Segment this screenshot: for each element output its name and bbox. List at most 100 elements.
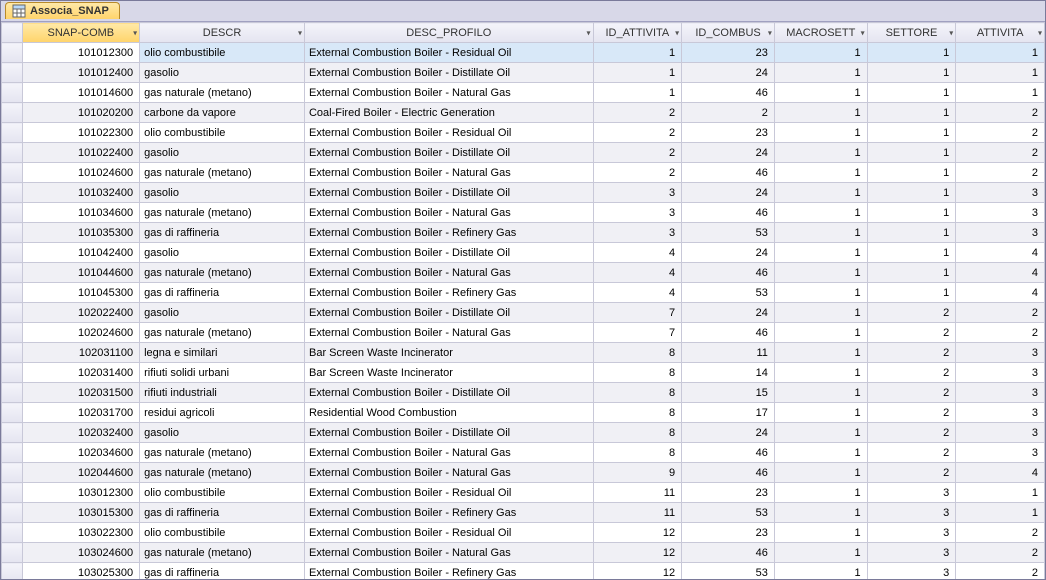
cell-snap[interactable]: 101032400 [22, 183, 139, 203]
cell-id_comb[interactable]: 53 [682, 283, 775, 303]
cell-sett[interactable]: 2 [867, 463, 956, 483]
cell-activ[interactable]: 3 [956, 383, 1045, 403]
cell-descr[interactable]: gas naturale (metano) [140, 463, 305, 483]
cell-sett[interactable]: 1 [867, 163, 956, 183]
cell-snap[interactable]: 103022300 [22, 523, 139, 543]
table-row[interactable]: olio combustibileExternal Combustion Boi… [2, 43, 1045, 63]
row-selector[interactable] [2, 343, 23, 363]
cell-activ[interactable]: 3 [956, 343, 1045, 363]
cell-macro[interactable]: 1 [774, 423, 867, 443]
row-selector[interactable] [2, 243, 23, 263]
cell-snap[interactable]: 103012300 [22, 483, 139, 503]
cell-macro[interactable]: 1 [774, 43, 867, 63]
row-selector[interactable] [2, 63, 23, 83]
cell-macro[interactable]: 1 [774, 563, 867, 580]
cell-prof[interactable]: External Combustion Boiler - Refinery Ga… [304, 563, 593, 580]
table-row[interactable]: 103024600gas naturale (metano)External C… [2, 543, 1045, 563]
cell-id_att[interactable]: 1 [593, 83, 682, 103]
cell-activ[interactable]: 4 [956, 263, 1045, 283]
cell-descr[interactable]: gas naturale (metano) [140, 263, 305, 283]
cell-activ[interactable]: 2 [956, 143, 1045, 163]
table-row[interactable]: 102034600gas naturale (metano)External C… [2, 443, 1045, 463]
cell-prof[interactable]: External Combustion Boiler - Residual Oi… [304, 523, 593, 543]
cell-id_att[interactable]: 11 [593, 483, 682, 503]
cell-snap[interactable]: 103015300 [22, 503, 139, 523]
cell-id_comb[interactable]: 24 [682, 303, 775, 323]
cell-activ[interactable]: 1 [956, 503, 1045, 523]
cell-snap[interactable]: 102022400 [22, 303, 139, 323]
column-header[interactable]: MACROSETT▾ [774, 23, 867, 43]
cell-id_att[interactable]: 2 [593, 163, 682, 183]
row-selector[interactable] [2, 563, 23, 580]
cell-id_comb[interactable]: 53 [682, 223, 775, 243]
cell-snap[interactable]: 101042400 [22, 243, 139, 263]
row-selector[interactable] [2, 423, 23, 443]
cell-prof[interactable]: External Combustion Boiler - Refinery Ga… [304, 223, 593, 243]
cell-sett[interactable]: 3 [867, 523, 956, 543]
row-selector[interactable] [2, 103, 23, 123]
cell-sett[interactable]: 1 [867, 203, 956, 223]
row-selector[interactable] [2, 543, 23, 563]
cell-descr[interactable]: olio combustibile [140, 43, 305, 63]
cell-prof[interactable]: External Combustion Boiler - Natural Gas [304, 443, 593, 463]
cell-id_att[interactable]: 4 [593, 263, 682, 283]
cell-activ[interactable]: 2 [956, 123, 1045, 143]
cell-macro[interactable]: 1 [774, 243, 867, 263]
cell-sett[interactable]: 1 [867, 103, 956, 123]
row-selector[interactable] [2, 263, 23, 283]
cell-id_comb[interactable]: 15 [682, 383, 775, 403]
cell-id_att[interactable]: 1 [593, 43, 682, 63]
row-selector[interactable] [2, 223, 23, 243]
table-row[interactable]: 101032400gasolioExternal Combustion Boil… [2, 183, 1045, 203]
cell-prof[interactable]: External Combustion Boiler - Distillate … [304, 243, 593, 263]
cell-descr[interactable]: olio combustibile [140, 123, 305, 143]
table-row[interactable]: 101020200carbone da vaporeCoal-Fired Boi… [2, 103, 1045, 123]
cell-sett[interactable]: 2 [867, 343, 956, 363]
cell-descr[interactable]: rifiuti industriali [140, 383, 305, 403]
cell-id_att[interactable]: 12 [593, 563, 682, 580]
column-header[interactable]: DESC_PROFILO▾ [304, 23, 593, 43]
cell-id_comb[interactable]: 24 [682, 63, 775, 83]
cell-descr[interactable]: gas naturale (metano) [140, 443, 305, 463]
cell-snap[interactable]: 102031700 [22, 403, 139, 423]
cell-id_att[interactable]: 3 [593, 203, 682, 223]
cell-prof[interactable]: External Combustion Boiler - Natural Gas [304, 163, 593, 183]
cell-id_att[interactable]: 7 [593, 323, 682, 343]
cell-sett[interactable]: 2 [867, 303, 956, 323]
cell-prof[interactable]: External Combustion Boiler - Distillate … [304, 143, 593, 163]
cell-macro[interactable]: 1 [774, 63, 867, 83]
cell-prof[interactable]: External Combustion Boiler - Natural Gas [304, 263, 593, 283]
cell-descr[interactable]: gasolio [140, 303, 305, 323]
cell-descr[interactable]: gasolio [140, 183, 305, 203]
cell-prof[interactable]: External Combustion Boiler - Natural Gas [304, 543, 593, 563]
cell-sett[interactable]: 3 [867, 503, 956, 523]
table-row[interactable]: 102031100legna e similariBar Screen Wast… [2, 343, 1045, 363]
cell-id_comb[interactable]: 46 [682, 263, 775, 283]
cell-prof[interactable]: Bar Screen Waste Incinerator [304, 343, 593, 363]
cell-macro[interactable]: 1 [774, 123, 867, 143]
cell-prof[interactable]: External Combustion Boiler - Distillate … [304, 383, 593, 403]
cell-activ[interactable]: 4 [956, 283, 1045, 303]
cell-prof[interactable]: External Combustion Boiler - Natural Gas [304, 463, 593, 483]
table-row[interactable]: 101035300gas di raffineriaExternal Combu… [2, 223, 1045, 243]
table-row[interactable]: 102044600gas naturale (metano)External C… [2, 463, 1045, 483]
cell-id_comb[interactable]: 46 [682, 543, 775, 563]
cell-descr[interactable]: gas naturale (metano) [140, 323, 305, 343]
cell-activ[interactable]: 3 [956, 183, 1045, 203]
cell-activ[interactable]: 3 [956, 223, 1045, 243]
cell-id_comb[interactable]: 23 [682, 43, 775, 63]
cell-id_comb[interactable]: 53 [682, 563, 775, 580]
table-row[interactable]: 102031400rifiuti solidi urbaniBar Screen… [2, 363, 1045, 383]
row-selector[interactable] [2, 143, 23, 163]
cell-prof[interactable]: External Combustion Boiler - Distillate … [304, 63, 593, 83]
cell-descr[interactable]: gas naturale (metano) [140, 203, 305, 223]
cell-macro[interactable]: 1 [774, 363, 867, 383]
cell-id_comb[interactable]: 46 [682, 443, 775, 463]
cell-activ[interactable]: 1 [956, 63, 1045, 83]
cell-snap[interactable]: 102034600 [22, 443, 139, 463]
cell-sett[interactable]: 3 [867, 543, 956, 563]
cell-id_comb[interactable]: 46 [682, 323, 775, 343]
cell-prof[interactable]: External Combustion Boiler - Distillate … [304, 183, 593, 203]
cell-sett[interactable]: 3 [867, 483, 956, 503]
cell-descr[interactable]: olio combustibile [140, 483, 305, 503]
